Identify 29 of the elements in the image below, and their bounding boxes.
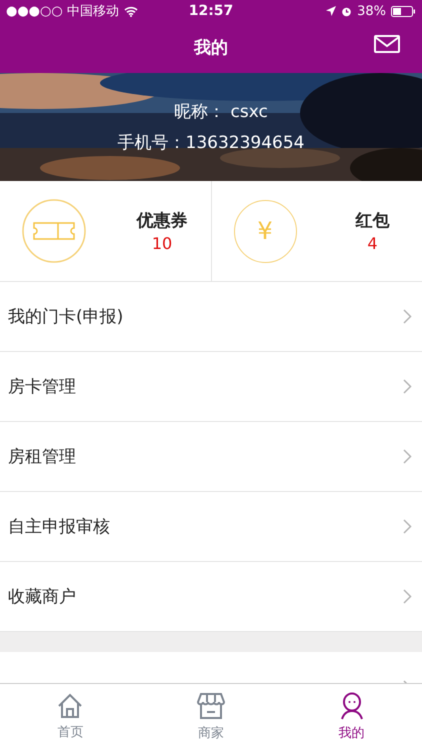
clock-time: 12:57 [188, 3, 234, 19]
location-icon [326, 6, 336, 16]
wallet-count: 4 [367, 234, 378, 253]
battery-icon [391, 6, 416, 16]
menu-item[interactable]: 房租管理 [0, 422, 422, 492]
menu-item[interactable]: 自主申报审核 [0, 492, 422, 562]
wallet-label: 优惠券 [136, 210, 188, 232]
wallet-label: 红包 [356, 210, 390, 232]
home-icon [56, 693, 84, 719]
tab-item[interactable]: 首页 [0, 684, 141, 750]
wifi-icon [124, 6, 138, 16]
tab-item[interactable]: 我的 [281, 684, 422, 750]
mail-button[interactable] [374, 35, 400, 53]
tab-item[interactable]: 商家 [140, 684, 282, 750]
chevron-icon [403, 519, 412, 534]
chevron-icon [403, 449, 412, 464]
alarm-icon [341, 6, 352, 16]
menu-item[interactable]: 我的门卡(申报) [0, 282, 422, 352]
nickname-text: 昵称： csxc [174, 101, 268, 123]
page-title: 我的 [194, 37, 228, 59]
chevron-icon [403, 589, 412, 604]
battery-percent: 38% [357, 4, 386, 18]
wallet-count: 10 [152, 234, 172, 253]
menu-item[interactable]: 房卡管理 [0, 352, 422, 422]
chevron-icon [403, 379, 412, 394]
shop-icon [197, 692, 225, 720]
chevron-icon [403, 309, 412, 324]
phone-number-text: 手机号：13632394654 [118, 132, 304, 154]
carrier-label: ●●●○○ 中国移动 [6, 3, 119, 20]
